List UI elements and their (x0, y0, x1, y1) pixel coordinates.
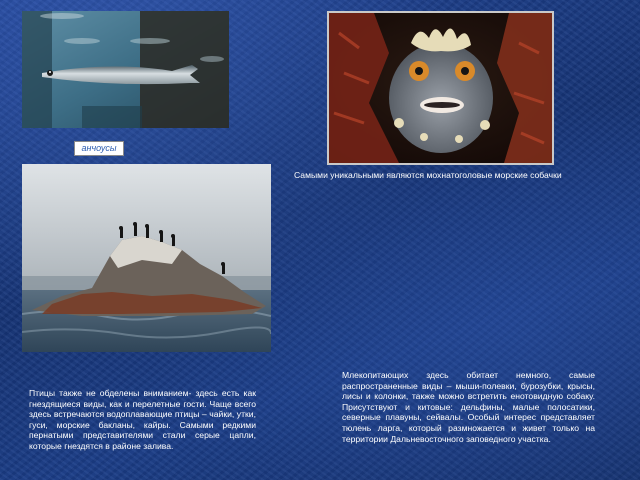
sculpin-caption: Самыми уникальными являются мохнатоголов… (294, 170, 562, 180)
sculpin-photo (327, 11, 554, 165)
anchovy-label: анчоусы (74, 141, 124, 156)
mammals-paragraph: Млекопитающих здесь обитает немного, сам… (342, 370, 595, 444)
bird-rock-photo (22, 164, 271, 352)
birds-paragraph: Птицы также не обделены вниманием- здесь… (29, 388, 256, 451)
anchovy-photo (22, 11, 229, 128)
